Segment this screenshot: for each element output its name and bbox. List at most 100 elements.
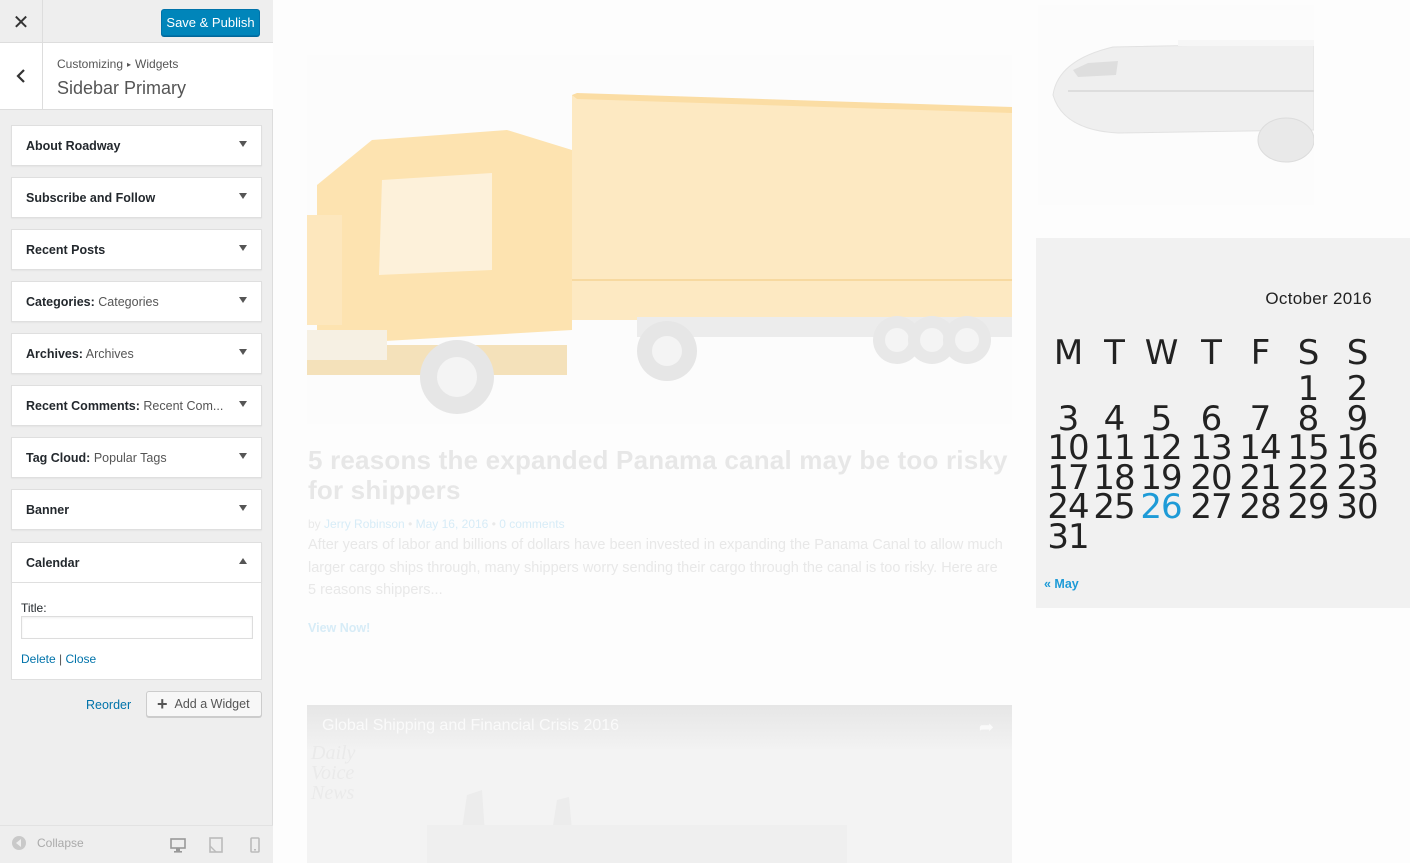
calendar-day: 31 <box>1047 517 1089 557</box>
widget-tag-cloud[interactable]: Tag Cloud: Popular Tags <box>11 437 262 478</box>
expand-arrow-icon[interactable] <box>239 349 247 355</box>
calendar-weekday: F <box>1250 333 1271 373</box>
section-header: Customizing ▸ Widgets Sidebar Primary <box>0 43 273 110</box>
widget-subtitle: Archives <box>85 347 134 361</box>
widget-name: Recent Posts <box>26 243 106 257</box>
calendar-day: 28 <box>1239 487 1281 528</box>
breadcrumb: Customizing ▸ Widgets <box>57 57 178 71</box>
back-arrow-icon[interactable] <box>0 43 43 109</box>
calendar-day: 30 <box>1336 487 1378 528</box>
widget-subscribe-follow[interactable]: Subscribe and Follow <box>11 177 262 218</box>
calendar-weekday: M <box>1053 333 1083 373</box>
widget-subtitle: Recent Com... <box>143 399 224 413</box>
site-preview: 5 reasons the expanded Panama canal may … <box>274 0 1410 863</box>
calendar-weekday: S <box>1346 333 1369 373</box>
calendar-day: 29 <box>1287 487 1329 528</box>
mobile-preview-icon[interactable] <box>245 835 265 855</box>
post-excerpt: After years of labor and billions of dol… <box>308 537 1003 598</box>
expand-arrow-icon[interactable] <box>239 401 247 407</box>
tablet-preview-icon[interactable] <box>206 835 226 855</box>
widget-name: About Roadway <box>26 139 121 153</box>
collapse-arrow-icon[interactable] <box>239 558 247 564</box>
widget-archives[interactable]: Archives: Archives <box>11 333 262 374</box>
logo-line: News <box>311 782 355 804</box>
post-featured-image[interactable] <box>307 55 1012 424</box>
expand-arrow-icon[interactable] <box>239 245 247 251</box>
widget-banner[interactable]: Banner <box>11 489 262 530</box>
calendar-caption: October 2016 <box>1265 289 1372 308</box>
widget-name: Tag Cloud: <box>26 451 91 465</box>
widget-actions: Delete | Close <box>21 652 96 666</box>
customizer-panel: ✕ Save & Publish Customizing ▸ Widgets Sid… <box>0 0 273 863</box>
post-comments-link[interactable]: 0 comments <box>499 517 564 531</box>
widget-name: Subscribe and Follow <box>26 191 156 205</box>
widget-calendar[interactable]: Calendar <box>11 542 262 583</box>
read-more-link[interactable]: View Now! <box>308 621 370 635</box>
reorder-link[interactable]: Reorder <box>86 698 131 712</box>
widget-recent-posts[interactable]: Recent Posts <box>11 229 262 270</box>
action-separator: | <box>59 652 63 666</box>
desktop-preview-icon[interactable] <box>168 835 188 863</box>
widget-recent-comments[interactable]: Recent Comments: Recent Com... <box>11 385 262 426</box>
widget-name: Calendar <box>26 556 80 570</box>
widget-title: Calendar <box>26 556 80 570</box>
post-author-link[interactable]: Jerry Robinson <box>324 517 405 531</box>
calendar-weekday: W <box>1144 333 1179 373</box>
add-widget-label: Add a Widget <box>174 697 250 711</box>
calendar-day: 25 <box>1093 487 1135 528</box>
video-title-bar: Global Shipping and Financial Crisis 201… <box>307 705 1012 749</box>
video-embed[interactable]: Global Shipping and Financial Crisis 201… <box>307 705 1012 863</box>
add-widget-button[interactable]: + Add a Widget <box>146 691 262 717</box>
meta-bullet: • <box>408 517 413 531</box>
expand-arrow-icon[interactable] <box>239 453 247 459</box>
share-icon[interactable]: ➦ <box>979 717 994 738</box>
expand-arrow-icon[interactable] <box>239 297 247 303</box>
widget-name: Archives: <box>26 347 83 361</box>
calendar-weekday: T <box>1104 333 1125 373</box>
breadcrumb-widgets: Widgets <box>135 57 179 71</box>
widget-categories[interactable]: Categories: Categories <box>11 281 262 322</box>
calendar-widget-form: Title: Delete | Close <box>11 583 262 680</box>
title-label: Title: <box>21 601 47 615</box>
collapse-label: Collapse <box>37 836 84 850</box>
title-input[interactable] <box>21 616 253 639</box>
plus-icon: + <box>157 694 168 714</box>
banner-airplane-image[interactable] <box>1038 5 1315 205</box>
widget-title: Archives: Archives <box>26 347 134 361</box>
expand-arrow-icon[interactable] <box>239 505 247 511</box>
collapse-icon <box>12 836 26 850</box>
widget-subtitle: Categories <box>98 295 159 309</box>
delete-link[interactable]: Delete <box>21 652 56 666</box>
post-date-link[interactable]: May 16, 2016 <box>416 517 489 531</box>
expand-arrow-icon[interactable] <box>239 193 247 199</box>
post-title[interactable]: 5 reasons the expanded Panama canal may … <box>308 445 1018 505</box>
video-title[interactable]: Global Shipping and Financial Crisis 201… <box>322 717 619 735</box>
close-link[interactable]: Close <box>66 652 97 666</box>
close-icon[interactable]: ✕ <box>0 0 43 43</box>
widget-title: Subscribe and Follow <box>26 191 155 205</box>
video-logo: Daily Voice News <box>311 743 355 803</box>
widget-title: Recent Posts <box>26 243 105 257</box>
calendar-widget: October 2016 M T W T F S S 1 2 3 4 5 6 7 8 9 10 11 12 13 14 1… <box>1036 238 1410 608</box>
meta-by: by <box>308 517 321 531</box>
calendar-weekday: S <box>1297 333 1320 373</box>
save-publish-button[interactable]: Save & Publish <box>161 9 260 36</box>
collapse-button[interactable]: Collapse <box>12 836 84 850</box>
widget-title: About Roadway <box>26 139 120 153</box>
widget-name: Categories: <box>26 295 95 309</box>
calendar-day: 27 <box>1190 487 1232 528</box>
widget-name: Banner <box>26 503 70 517</box>
customizer-header: ✕ Save & Publish <box>0 0 273 43</box>
widget-title: Categories: Categories <box>26 295 159 309</box>
widget-subtitle: Popular Tags <box>93 451 167 465</box>
widget-name: Recent Comments: <box>26 399 140 413</box>
breadcrumb-separator-icon: ▸ <box>127 60 132 69</box>
widget-about-roadway[interactable]: About Roadway <box>11 125 262 166</box>
logo-line: Daily <box>311 742 356 764</box>
widget-title: Banner <box>26 503 69 517</box>
section-title: Sidebar Primary <box>57 78 187 98</box>
logo-line: Voice <box>311 762 355 784</box>
post-meta: by Jerry Robinson • May 16, 2016 • 0 com… <box>308 517 565 531</box>
expand-arrow-icon[interactable] <box>239 141 247 147</box>
calendar-prev-month-link[interactable]: « May <box>1044 577 1079 591</box>
